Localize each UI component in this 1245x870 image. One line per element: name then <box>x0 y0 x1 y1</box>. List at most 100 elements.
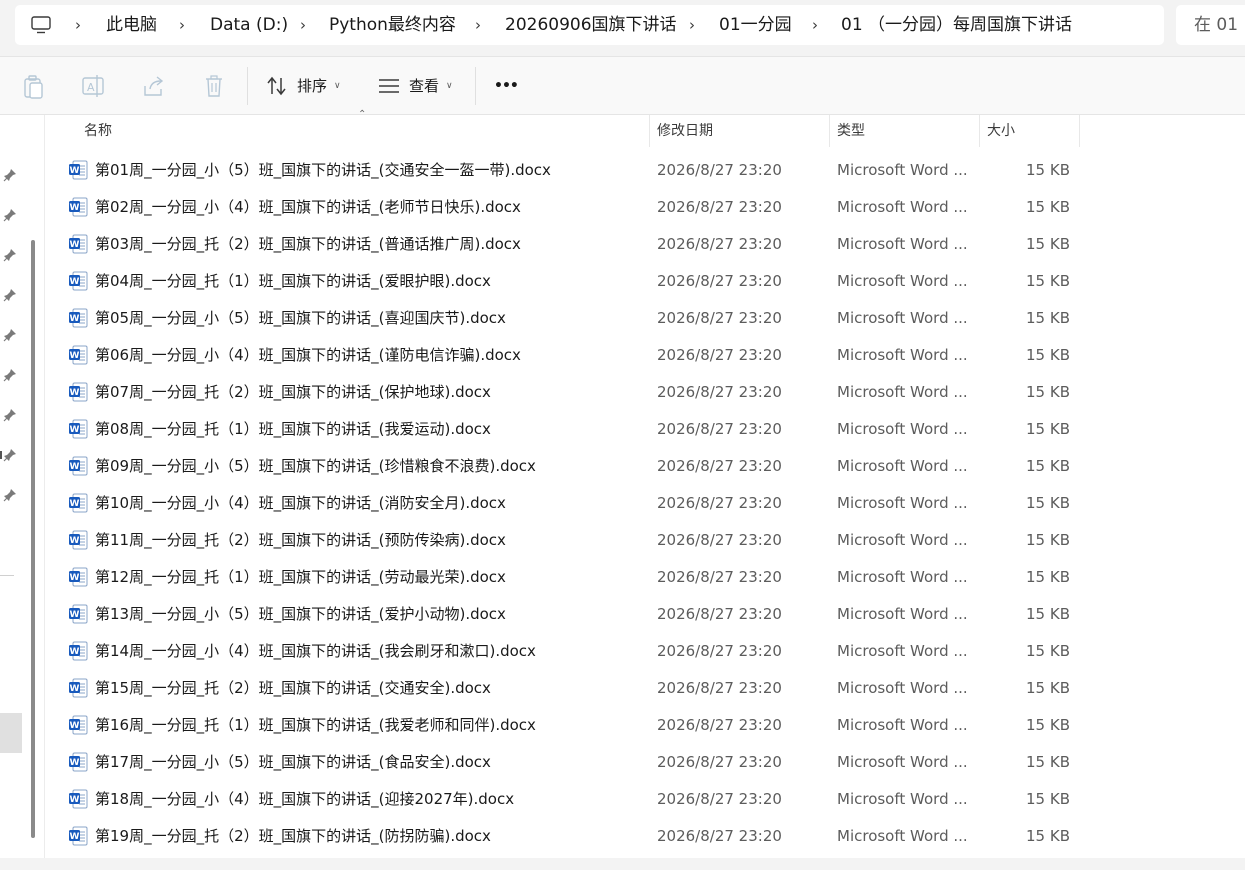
nav-scrollbar[interactable] <box>31 240 35 838</box>
word-doc-icon: W <box>69 345 88 365</box>
file-name[interactable]: 第13周_一分园_小（5）班_国旗下的讲话_(爱护小动物).docx <box>95 596 645 633</box>
computer-icon[interactable] <box>31 16 51 34</box>
breadcrumb-python-folder[interactable]: Python最终内容 <box>329 5 456 45</box>
file-date: 2026/8/27 23:20 <box>657 642 782 660</box>
svg-text:W: W <box>70 536 80 546</box>
column-header-name[interactable]: 名称 <box>84 115 112 147</box>
view-label: 查看 <box>409 77 440 95</box>
file-name[interactable]: 第06周_一分园_小（4）班_国旗下的讲话_(谨防电信诈骗).docx <box>95 337 645 374</box>
chevron-down-icon: ∨ <box>446 81 453 91</box>
file-row[interactable]: W 第12周_一分园_托（1）班_国旗下的讲话_(劳动最光荣).docx 2026/… <box>45 559 1245 596</box>
chevron-right-icon[interactable]: › <box>812 5 818 45</box>
word-doc-icon: W <box>69 715 88 735</box>
pin-icon[interactable] <box>3 368 17 382</box>
file-name[interactable]: 第17周_一分园_小（5）班_国旗下的讲话_(食品安全).docx <box>95 744 645 781</box>
breadcrumb-drive-d[interactable]: Data (D:) <box>210 5 288 45</box>
file-size: 15 KB <box>1026 753 1070 771</box>
file-name[interactable]: 第10周_一分园_小（4）班_国旗下的讲话_(消防安全月).docx <box>95 485 645 522</box>
file-row[interactable]: W 第14周_一分园_小（4）班_国旗下的讲话_(我会刷牙和漱口).docx 202… <box>45 633 1245 670</box>
navigation-pane[interactable] <box>0 115 45 858</box>
delete-icon[interactable] <box>203 70 225 102</box>
file-size: 15 KB <box>1026 827 1070 845</box>
breadcrumb-branch-folder[interactable]: 01一分园 <box>719 5 792 45</box>
file-row[interactable]: W 第08周_一分园_托（1）班_国旗下的讲话_(我爱运动).docx 2026/8… <box>45 411 1245 448</box>
file-name[interactable]: 第05周_一分园_小（5）班_国旗下的讲话_(喜迎国庆节).docx <box>95 300 645 337</box>
chevron-down-icon: ∨ <box>334 81 341 91</box>
share-icon[interactable] <box>142 70 166 102</box>
chevron-right-icon[interactable]: › <box>179 5 185 45</box>
breadcrumb[interactable]: › 此电脑 › Data (D:) › Python最终内容 › 2026090… <box>15 5 1164 45</box>
file-date: 2026/8/27 23:20 <box>657 161 782 179</box>
word-doc-icon: W <box>69 826 88 846</box>
word-doc-icon: W <box>69 308 88 328</box>
view-list-icon <box>379 79 399 93</box>
pin-icon[interactable] <box>3 248 17 262</box>
file-row[interactable]: W 第02周_一分园_小（4）班_国旗下的讲话_(老师节日快乐).docx 2026… <box>45 189 1245 226</box>
file-name[interactable]: 第09周_一分园_小（5）班_国旗下的讲话_(珍惜粮食不浪费).docx <box>95 448 645 485</box>
pin-icon[interactable] <box>3 488 17 502</box>
column-header-date[interactable]: 修改日期 <box>657 115 713 147</box>
column-header-type[interactable]: 类型 <box>837 115 865 147</box>
file-row[interactable]: W 第05周_一分园_小（5）班_国旗下的讲话_(喜迎国庆节).docx 2026/… <box>45 300 1245 337</box>
file-row[interactable]: W 第09周_一分园_小（5）班_国旗下的讲话_(珍惜粮食不浪费).docx 202… <box>45 448 1245 485</box>
file-row[interactable]: W 第11周_一分园_托（2）班_国旗下的讲话_(预防传染病).docx 2026/… <box>45 522 1245 559</box>
file-row[interactable]: W 第19周_一分园_托（2）班_国旗下的讲话_(防拐防骗).docx 2026/8… <box>45 818 1245 855</box>
search-input[interactable]: 在 01 <box>1176 5 1245 45</box>
chevron-right-icon[interactable]: › <box>689 5 695 45</box>
file-name[interactable]: 第08周_一分园_托（1）班_国旗下的讲话_(我爱运动).docx <box>95 411 645 448</box>
chevron-right-icon[interactable]: › <box>75 5 81 45</box>
file-row[interactable]: W 第15周_一分园_托（2）班_国旗下的讲话_(交通安全).docx 2026/8… <box>45 670 1245 707</box>
file-type: Microsoft Word ... <box>837 309 968 327</box>
file-name[interactable]: 第12周_一分园_托（1）班_国旗下的讲话_(劳动最光荣).docx <box>95 559 645 596</box>
rename-icon[interactable]: A <box>81 70 107 102</box>
breadcrumb-current-folder[interactable]: 01 （一分园）每周国旗下讲话 <box>841 5 1072 45</box>
paste-icon[interactable] <box>22 70 46 102</box>
file-name[interactable]: 第14周_一分园_小（4）班_国旗下的讲话_(我会刷牙和漱口).docx <box>95 633 645 670</box>
file-row[interactable]: W 第01周_一分园_小（5）班_国旗下的讲话_(交通安全一盔一带).docx 20… <box>45 152 1245 189</box>
file-size: 15 KB <box>1026 605 1070 623</box>
file-type: Microsoft Word ... <box>837 716 968 734</box>
column-divider[interactable] <box>979 115 980 147</box>
file-name[interactable]: 第03周_一分园_托（2）班_国旗下的讲话_(普通话推广周).docx <box>95 226 645 263</box>
file-row[interactable]: W 第16周_一分园_托（1）班_国旗下的讲话_(我爱老师和同伴).docx 202… <box>45 707 1245 744</box>
file-name[interactable]: 第11周_一分园_托（2）班_国旗下的讲话_(预防传染病).docx <box>95 522 645 559</box>
word-doc-icon: W <box>69 567 88 587</box>
file-name[interactable]: 第04周_一分园_托（1）班_国旗下的讲话_(爱眼护眼).docx <box>95 263 645 300</box>
file-name[interactable]: 第02周_一分园_小（4）班_国旗下的讲话_(老师节日快乐).docx <box>95 189 645 226</box>
column-header-size[interactable]: 大小 <box>987 115 1015 147</box>
file-name[interactable]: 第19周_一分园_托（2）班_国旗下的讲话_(防拐防骗).docx <box>95 818 645 855</box>
column-divider[interactable] <box>829 115 830 147</box>
file-row[interactable]: W 第17周_一分园_小（5）班_国旗下的讲话_(食品安全).docx 2026/8… <box>45 744 1245 781</box>
column-divider[interactable] <box>649 115 650 147</box>
breadcrumb-flag-speech-folder[interactable]: 20260906国旗下讲话 <box>505 5 677 45</box>
view-button[interactable]: 查看 ∨ <box>378 70 468 102</box>
file-row[interactable]: W 第04周_一分园_托（1）班_国旗下的讲话_(爱眼护眼).docx 2026/8… <box>45 263 1245 300</box>
pin-icon[interactable] <box>3 408 17 422</box>
file-row[interactable]: W 第03周_一分园_托（2）班_国旗下的讲话_(普通话推广周).docx 2026… <box>45 226 1245 263</box>
pin-icon[interactable] <box>3 208 17 222</box>
file-name[interactable]: 第15周_一分园_托（2）班_国旗下的讲话_(交通安全).docx <box>95 670 645 707</box>
word-doc-icon: W <box>69 493 88 513</box>
pin-icon[interactable] <box>3 288 17 302</box>
file-row[interactable]: W 第18周_一分园_小（4）班_国旗下的讲话_(迎接2027年).docx 202… <box>45 781 1245 818</box>
breadcrumb-this-pc[interactable]: 此电脑 <box>106 5 157 45</box>
file-size: 15 KB <box>1026 642 1070 660</box>
file-name[interactable]: 第07周_一分园_托（2）班_国旗下的讲话_(保护地球).docx <box>95 374 645 411</box>
file-row[interactable]: W 第07周_一分园_托（2）班_国旗下的讲话_(保护地球).docx 2026/8… <box>45 374 1245 411</box>
sort-button[interactable]: 排序 ∨ <box>266 70 356 102</box>
pin-icon[interactable] <box>3 168 17 182</box>
file-row[interactable]: W 第10周_一分园_小（4）班_国旗下的讲话_(消防安全月).docx 2026/… <box>45 485 1245 522</box>
chevron-right-icon[interactable]: › <box>475 5 481 45</box>
file-name[interactable]: 第16周_一分园_托（1）班_国旗下的讲话_(我爱老师和同伴).docx <box>95 707 645 744</box>
word-doc-icon: W <box>69 678 88 698</box>
pin-icon[interactable] <box>3 448 17 462</box>
nav-selected-item[interactable] <box>0 713 22 753</box>
pin-icon[interactable] <box>3 328 17 342</box>
more-options-button[interactable]: ••• <box>494 70 524 102</box>
file-name[interactable]: 第01周_一分园_小（5）班_国旗下的讲话_(交通安全一盔一带).docx <box>95 152 645 189</box>
file-name[interactable]: 第18周_一分园_小（4）班_国旗下的讲话_(迎接2027年).docx <box>95 781 645 818</box>
file-row[interactable]: W 第13周_一分园_小（5）班_国旗下的讲话_(爱护小动物).docx 2026/… <box>45 596 1245 633</box>
column-divider[interactable] <box>1079 115 1080 147</box>
file-row[interactable]: W 第06周_一分园_小（4）班_国旗下的讲话_(谨防电信诈骗).docx 2026… <box>45 337 1245 374</box>
chevron-right-icon[interactable]: › <box>300 5 306 45</box>
